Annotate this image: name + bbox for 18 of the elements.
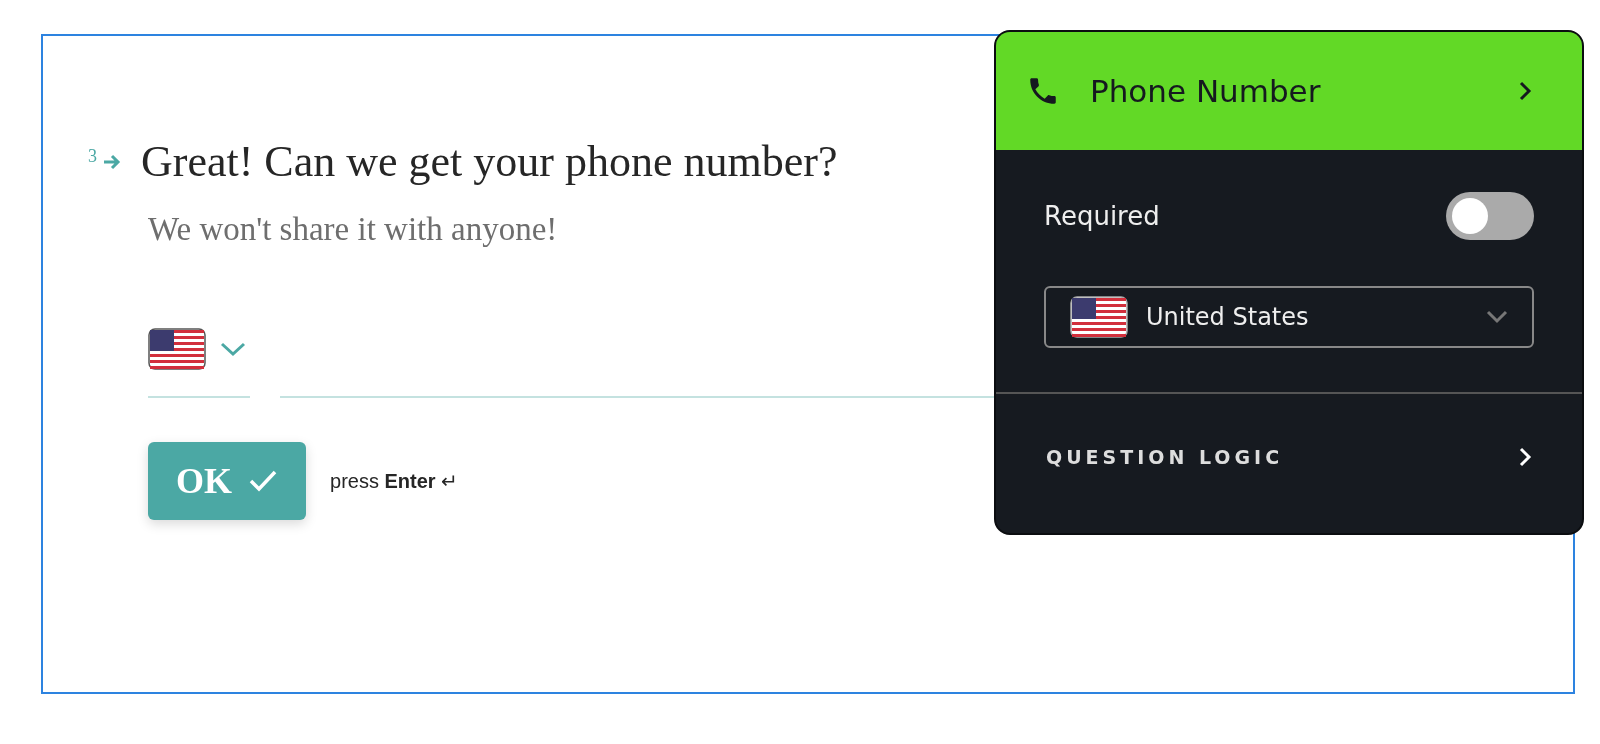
flag-icon bbox=[148, 328, 206, 370]
chevron-right-icon bbox=[1518, 446, 1532, 468]
required-toggle[interactable] bbox=[1446, 192, 1534, 240]
chevron-right-icon[interactable] bbox=[1518, 80, 1532, 102]
question-title: Great! Can we get your phone number? bbox=[141, 136, 838, 187]
required-label: Required bbox=[1044, 201, 1160, 231]
enter-hint: press Enter ↵ bbox=[330, 469, 459, 493]
check-icon bbox=[248, 469, 278, 493]
chevron-down-icon bbox=[1486, 310, 1508, 324]
panel-title: Phone Number bbox=[1090, 73, 1322, 109]
flag-icon bbox=[1070, 296, 1128, 338]
country-selector[interactable] bbox=[148, 328, 250, 398]
arrow-icon bbox=[103, 153, 121, 170]
question-logic-item[interactable]: QUESTION LOGIC bbox=[996, 394, 1582, 468]
question-number: 3 bbox=[88, 146, 97, 167]
country-dropdown[interactable]: United States bbox=[1044, 286, 1534, 348]
chevron-down-icon bbox=[220, 341, 246, 357]
question-subtitle: We won't share it with anyone! bbox=[148, 211, 558, 248]
